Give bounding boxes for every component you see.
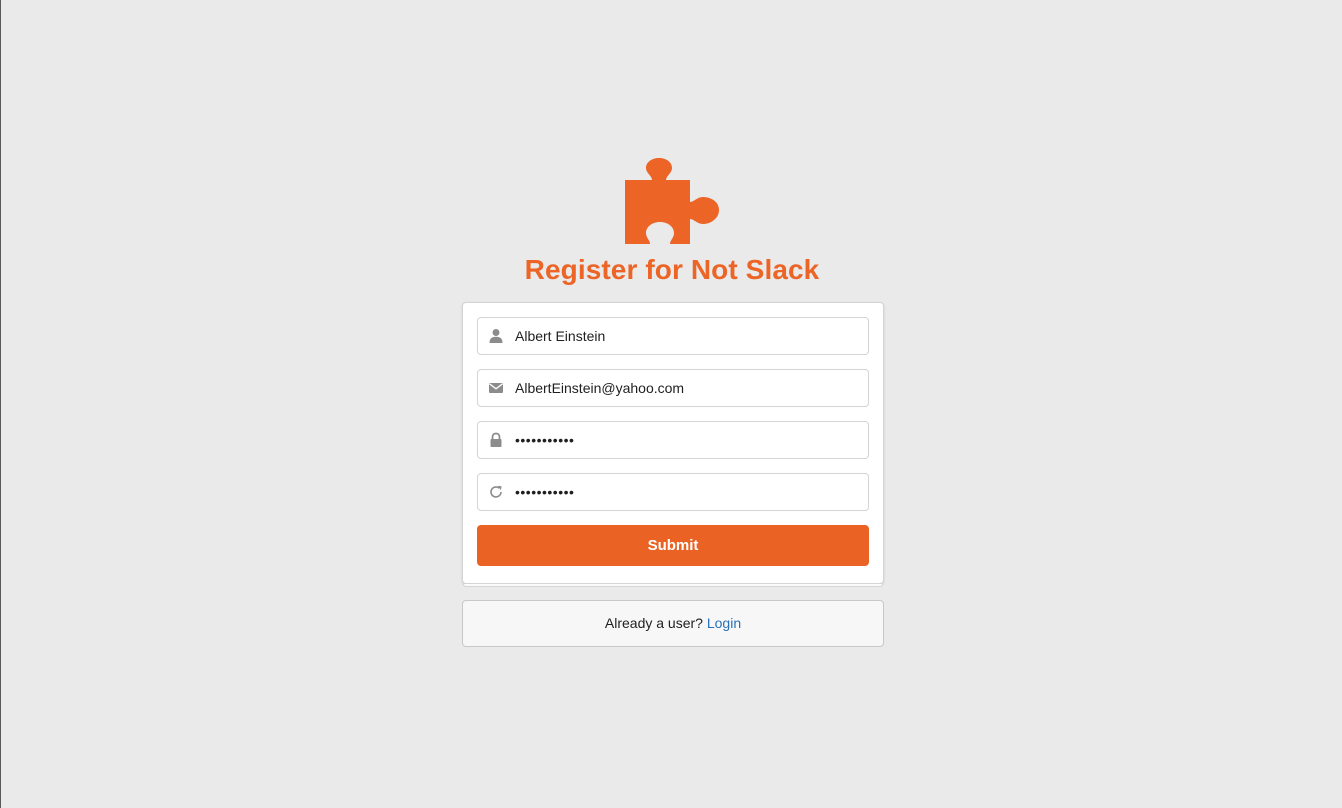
register-page: Register for Not Slack Albert Einstein A… (0, 0, 1342, 808)
lock-icon (490, 432, 502, 447)
submit-button[interactable]: Submit (477, 525, 869, 566)
mail-icon (489, 383, 503, 393)
name-value: Albert Einstein (515, 328, 606, 344)
confirm-password-value: ••••••••••• (515, 484, 575, 500)
login-message: Already a user? Login (462, 600, 884, 647)
name-field[interactable]: Albert Einstein (477, 317, 869, 355)
confirm-password-field[interactable]: ••••••••••• (477, 473, 869, 511)
user-icon (489, 329, 503, 343)
puzzle-piece-icon (625, 158, 719, 244)
email-value: AlbertEinstein@yahoo.com (515, 380, 685, 396)
email-field[interactable]: AlbertEinstein@yahoo.com (477, 369, 869, 407)
password-field[interactable]: ••••••••••• (477, 421, 869, 459)
login-link[interactable]: Login (707, 615, 741, 631)
register-form: Albert Einstein AlbertEinstein@yahoo.com… (462, 302, 884, 587)
page-title: Register for Not Slack (524, 254, 820, 285)
already-user-text: Already a user? (604, 615, 703, 631)
repeat-icon (490, 485, 502, 498)
password-value: ••••••••••• (515, 432, 575, 448)
